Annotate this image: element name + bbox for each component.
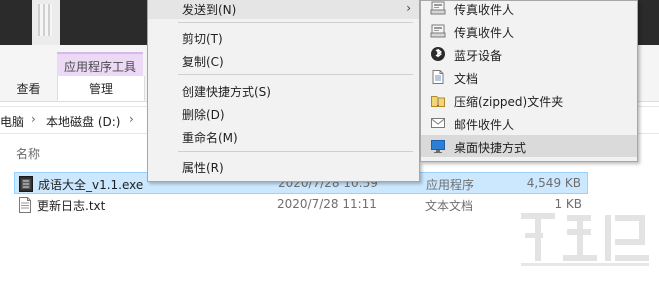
- submenu-item-label: 传真收件人: [454, 26, 515, 40]
- menu-item-label: 删除(D): [182, 108, 225, 122]
- tab-manage[interactable]: 管理: [57, 76, 145, 101]
- submenu-item-bluetooth[interactable]: 蓝牙设备: [421, 43, 637, 65]
- file-type: 文本文档: [425, 199, 474, 213]
- file-size: 4,549 KB: [526, 176, 581, 190]
- txt-file-icon: [19, 197, 31, 213]
- breadcrumb-computer[interactable]: 电脑: [0, 113, 24, 130]
- menu-item-label: 剪切(T): [182, 32, 223, 46]
- thumbnail-preview: [32, 0, 60, 45]
- breadcrumb-separator-icon[interactable]: ›: [129, 112, 134, 126]
- file-row[interactable]: 更新日志.txt 2020/7/28 11:11 文本文档 1 KB: [14, 194, 588, 216]
- menu-item-label: 创建快捷方式(S): [182, 85, 271, 99]
- menu-item-copy[interactable]: 复制(C): [148, 49, 419, 71]
- menu-divider: [178, 74, 413, 75]
- submenu-item-mail-recipient[interactable]: 邮件收件人: [421, 112, 637, 134]
- submenu-item-label: 邮件收件人: [454, 118, 515, 132]
- breadcrumb-separator-icon[interactable]: ›: [31, 112, 36, 126]
- ribbon-tool-group-label: 应用程序工具: [57, 52, 143, 78]
- menu-item-cut[interactable]: 剪切(T): [148, 26, 419, 48]
- menu-item-send-to[interactable]: 发送到(N) ›: [148, 0, 419, 19]
- submenu-item-label: 传真收件人: [454, 3, 515, 17]
- menu-item-label: 发送到(N): [182, 3, 237, 17]
- submenu-item-label: 蓝牙设备: [454, 49, 503, 63]
- menu-item-label: 重命名(M): [182, 131, 238, 145]
- send-to-submenu: 传真收件人 传真收件人 蓝牙设备 文档 压缩(zipped)文件夹 邮件收件人 …: [420, 0, 638, 162]
- zip-folder-icon: [431, 96, 445, 107]
- menu-divider: [178, 22, 413, 23]
- file-name: 成语大全_v1.1.exe: [38, 178, 144, 192]
- mail-icon: [431, 118, 445, 128]
- menu-item-label: 属性(R): [182, 161, 224, 175]
- fax-icon: [430, 1, 446, 15]
- breadcrumb-drive-d[interactable]: 本地磁盘 (D:): [46, 113, 120, 130]
- menu-item-delete[interactable]: 删除(D): [148, 102, 419, 124]
- menu-item-rename[interactable]: 重命名(M): [148, 125, 419, 147]
- submenu-item-fax-recipient[interactable]: 传真收件人: [421, 0, 637, 19]
- file-name: 更新日志.txt: [37, 199, 106, 213]
- document-icon: [432, 70, 444, 84]
- submenu-item-desktop-shortcut[interactable]: 桌面快捷方式: [421, 135, 637, 157]
- file-date: 2020/7/28 11:11: [277, 197, 377, 211]
- column-header-name[interactable]: 名称: [16, 145, 40, 162]
- submenu-item-label: 压缩(zipped)文件夹: [454, 95, 564, 109]
- menu-item-properties[interactable]: 属性(R): [148, 155, 419, 177]
- submenu-item-fax-recipient[interactable]: 传真收件人: [421, 20, 637, 42]
- submenu-item-zip[interactable]: 压缩(zipped)文件夹: [421, 89, 637, 111]
- submenu-item-label: 桌面快捷方式: [454, 141, 527, 155]
- fax-icon: [430, 24, 446, 38]
- menu-item-label: 复制(C): [182, 55, 224, 69]
- exe-icon: [19, 176, 33, 192]
- bluetooth-icon: [431, 47, 445, 61]
- tab-view[interactable]: 查看: [0, 76, 57, 100]
- desktop-icon: [431, 140, 445, 153]
- context-menu: 发送到(N) › 剪切(T) 复制(C) 创建快捷方式(S) 删除(D) 重命名…: [147, 0, 420, 182]
- menu-divider: [178, 151, 413, 152]
- watermark-logo: [521, 213, 649, 266]
- menu-item-create-shortcut[interactable]: 创建快捷方式(S): [148, 79, 419, 101]
- submenu-arrow-icon: ›: [406, 1, 411, 15]
- submenu-item-label: 文档: [454, 72, 479, 86]
- submenu-item-documents[interactable]: 文档: [421, 66, 637, 88]
- file-type: 应用程序: [426, 178, 475, 192]
